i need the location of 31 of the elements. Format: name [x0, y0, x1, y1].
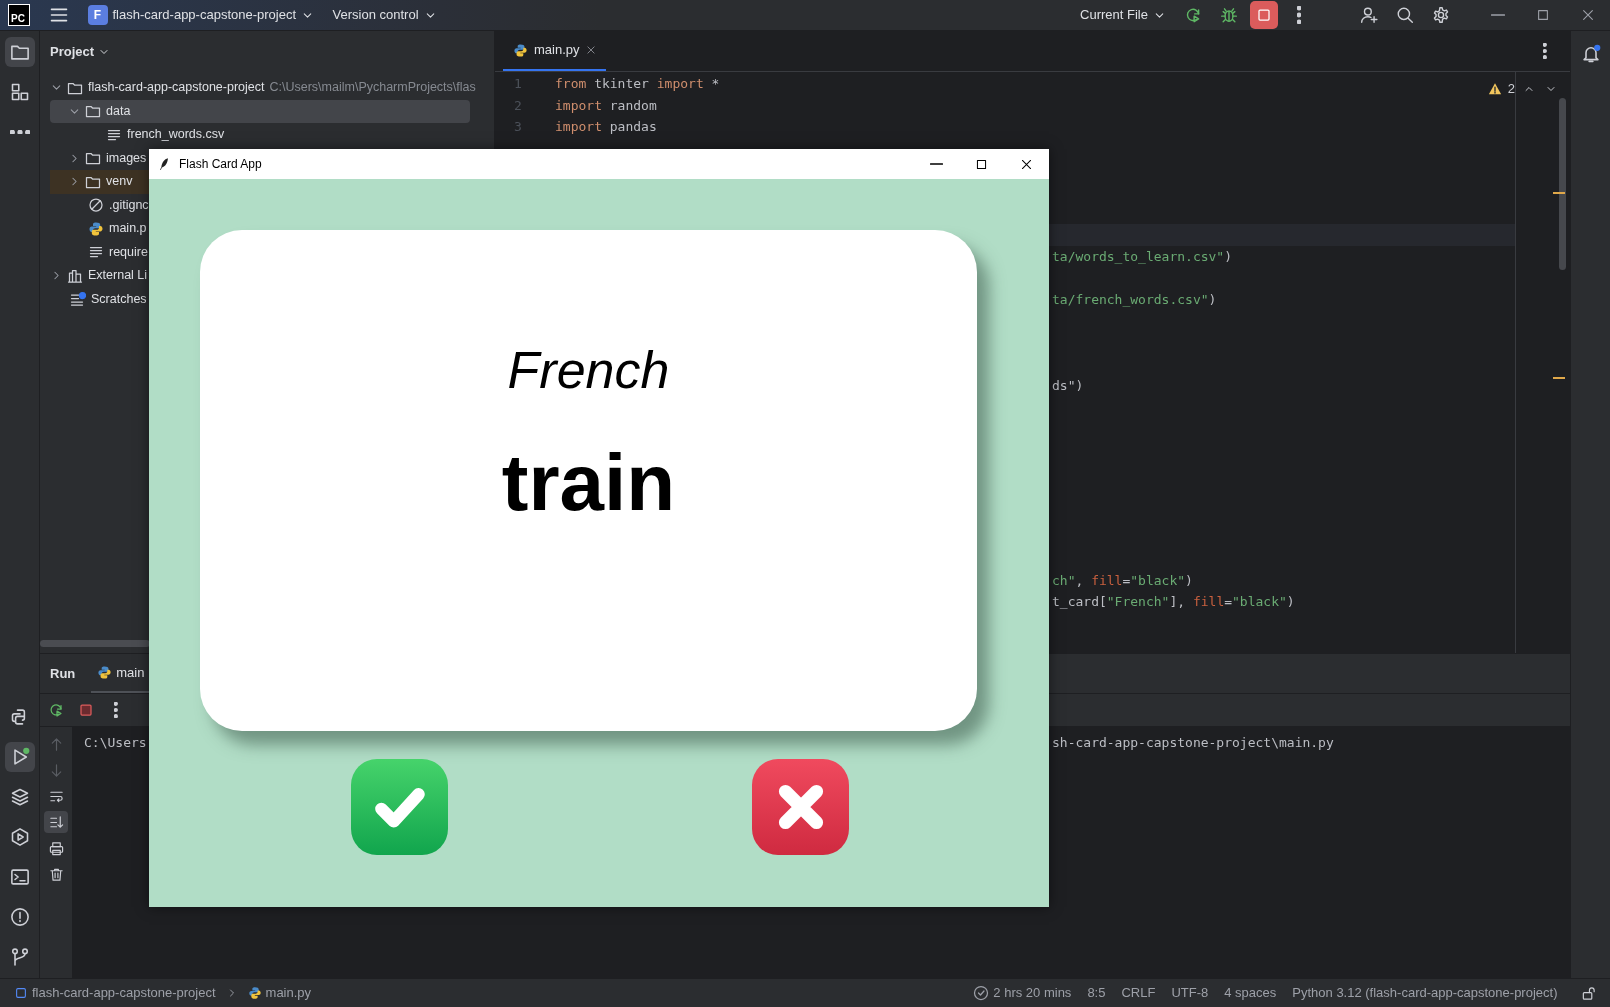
app-logo: PC [8, 4, 30, 26]
code-line: from tkinter import * [555, 75, 720, 94]
item-name: require [109, 243, 148, 261]
item-name: main.p [109, 220, 147, 238]
run-config-label: Current File [1080, 6, 1148, 25]
project-badge: F [87, 5, 108, 25]
item-name: french_words.csv [127, 126, 225, 144]
item-name: External Li [88, 267, 148, 285]
console-text: C:\Users [84, 734, 148, 752]
panel-title: Run [50, 664, 76, 683]
panel-title: Project [50, 42, 95, 61]
code-line: import random [555, 96, 657, 115]
code-line: ta/words_to_learn.csv") [1051, 247, 1232, 266]
console-text: sh-card-app-capstone-project\main.py [1052, 734, 1335, 752]
code-line: ta/french_words.csv") [1051, 291, 1217, 309]
folder-path: C:\Users\mailm\PycharmProjects\flas [269, 79, 476, 97]
item-name: images [106, 149, 147, 167]
card-language: French [507, 342, 670, 400]
item-name: Scratches [91, 290, 147, 308]
window-title: Flash Card App [179, 156, 262, 173]
item-name: venv [106, 173, 133, 191]
code-line: import pandas [555, 118, 657, 137]
item-name: flash-card-app-capstone-project [88, 79, 265, 97]
vcs-label: Version control [332, 6, 419, 25]
code-line: ch", fill="black") [1051, 571, 1193, 590]
project-name: flash-card-app-capstone-project [112, 6, 297, 25]
card-word: train [501, 439, 676, 528]
code-line: t_card["French"], fill="black") [1051, 593, 1295, 612]
item-name: .gitignc [109, 196, 149, 214]
item-name: data [106, 102, 131, 120]
code-line: ds") [1051, 377, 1084, 396]
